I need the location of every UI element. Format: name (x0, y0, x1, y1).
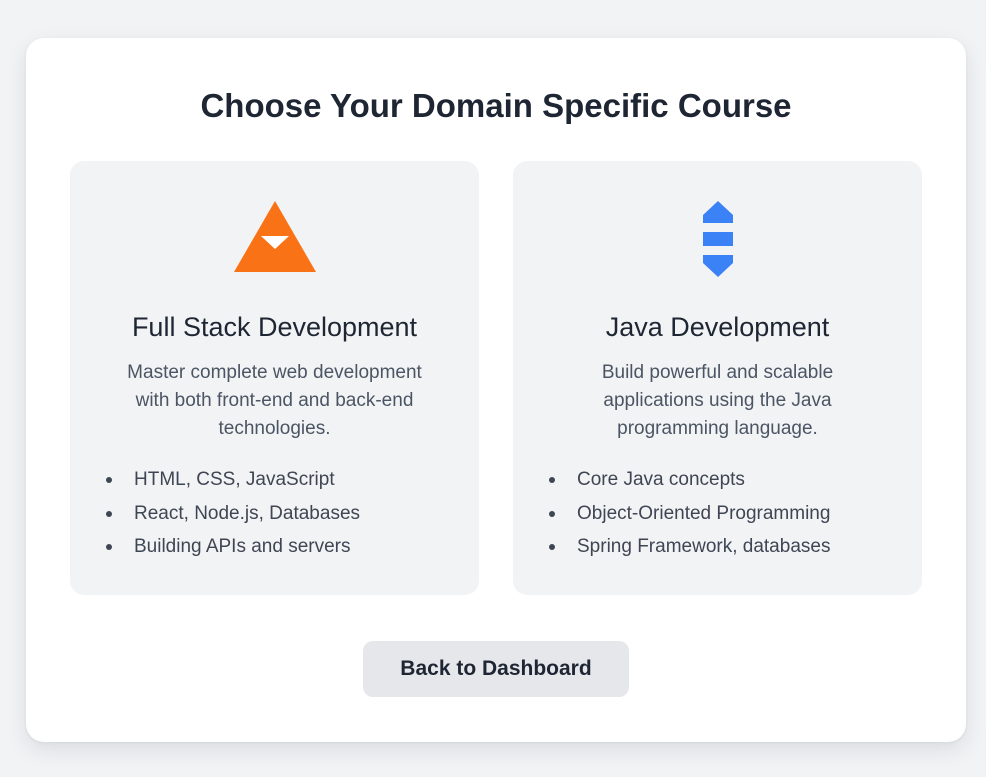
course-title: Full Stack Development (131, 312, 418, 342)
course-topic: HTML, CSS, JavaScript (104, 463, 360, 497)
course-topic: Object-Oriented Programming (547, 497, 830, 531)
course-description: Build powerful and scalable applications… (601, 362, 834, 439)
java-arrows-icon (513, 201, 922, 281)
course-selection-panel: Choose Your Domain Specific Course Full … (26, 38, 966, 742)
course-title: Java Development (605, 312, 830, 342)
back-to-dashboard-button[interactable]: Back to Dashboard (363, 641, 629, 697)
course-topics-list: HTML, CSS, JavaScript React, Node.js, Da… (104, 463, 360, 564)
page-title: Choose Your Domain Specific Course (200, 87, 792, 124)
course-description: Master complete web development with bot… (127, 362, 422, 439)
course-topic: React, Node.js, Databases (104, 497, 360, 531)
course-card-full-stack[interactable]: Full Stack Development Master complete w… (70, 161, 479, 595)
course-topic: Building APIs and servers (104, 530, 360, 564)
course-card-java[interactable]: Java Development Build powerful and scal… (513, 161, 922, 595)
stack-triangle-icon (70, 201, 479, 281)
course-topic: Spring Framework, databases (547, 530, 830, 564)
course-topic: Core Java concepts (547, 463, 830, 497)
course-topics-list: Core Java concepts Object-Oriented Progr… (547, 463, 830, 564)
